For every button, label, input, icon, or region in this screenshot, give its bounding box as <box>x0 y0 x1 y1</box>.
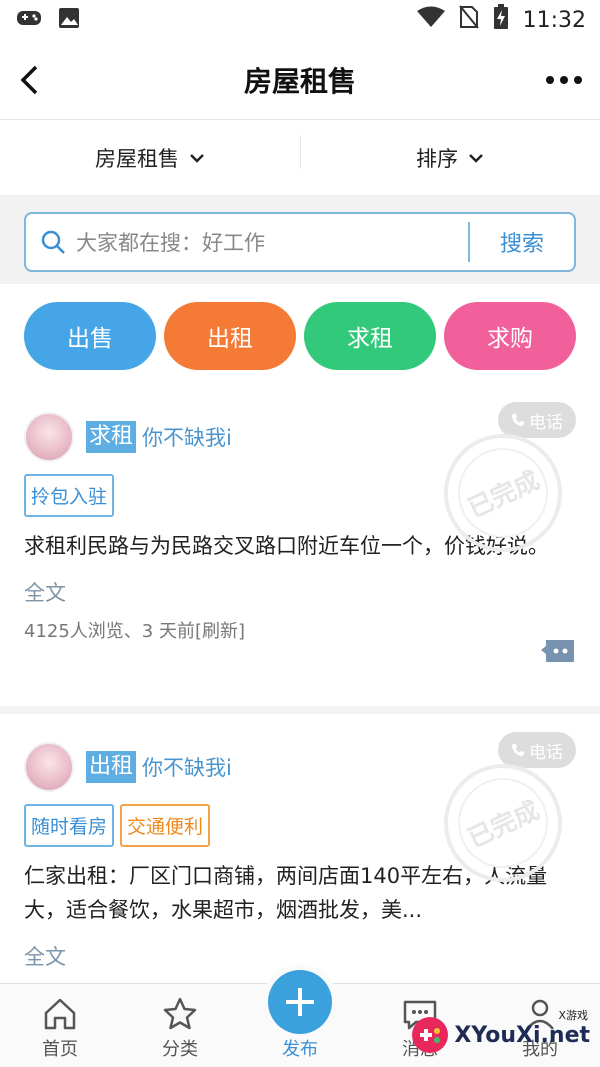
chevron-down-icon <box>190 153 204 163</box>
rent-out-button[interactable]: 出租 <box>164 302 296 370</box>
post-meta: 4125人浏览、3 天前[刷新] <box>24 621 246 642</box>
tab-publish-label: 发布 <box>282 1039 318 1060</box>
call-label: 电话 <box>529 742 563 763</box>
tag: 拎包入驻 <box>24 474 115 517</box>
home-icon <box>44 998 76 1030</box>
tab-category[interactable]: 分类 <box>120 984 240 1067</box>
category-filter-label: 房屋租售 <box>95 146 179 171</box>
more-button[interactable] <box>545 75 582 84</box>
watermark: XYouXi.net <box>410 1015 590 1055</box>
username[interactable]: 你不缺我i <box>142 752 232 782</box>
watermark-text: XYouXi.net <box>454 1022 590 1048</box>
back-button[interactable] <box>18 62 54 98</box>
gamepad-icon <box>16 8 42 32</box>
search-input[interactable]: 大家都在搜：好工作 <box>76 227 458 257</box>
status-bar: 11:32 <box>0 0 600 40</box>
tag: 随时看房 <box>24 804 115 847</box>
seek-buy-button[interactable]: 求购 <box>444 302 576 370</box>
page-title: 房屋租售 <box>243 64 356 98</box>
back-arrow-icon <box>20 65 38 94</box>
wifi-icon <box>416 6 445 34</box>
seek-rent-button[interactable]: 求租 <box>304 302 436 370</box>
full-text-link[interactable]: 全文 <box>24 941 576 971</box>
tab-home[interactable]: 首页 <box>0 984 120 1067</box>
star-icon <box>163 997 197 1030</box>
call-button[interactable]: 电话 <box>498 732 576 768</box>
sort-filter[interactable]: 排序 <box>300 134 600 173</box>
call-label: 电话 <box>529 412 563 433</box>
phone-icon <box>512 744 524 756</box>
title-bar: 房屋租售 <box>0 40 600 120</box>
category-badge: 求租 <box>86 421 137 453</box>
more-dot <box>573 75 582 84</box>
search-button[interactable]: 搜索 <box>500 226 544 258</box>
clock: 11:32 <box>522 7 586 33</box>
battery-charging-icon <box>493 4 509 36</box>
call-button[interactable]: 电话 <box>498 402 576 438</box>
publish-button[interactable] <box>268 970 332 1034</box>
category-filter[interactable]: 房屋租售 <box>0 143 300 173</box>
full-text-link[interactable]: 全文 <box>24 577 576 607</box>
tab-home-label: 首页 <box>42 1039 78 1060</box>
avatar[interactable] <box>24 742 74 792</box>
tab-category-label: 分类 <box>162 1039 198 1060</box>
list-item[interactable]: 出租 你不缺我i 电话 已完成 随时看房 交通便利 仁家出租：厂区门口商铺，两间… <box>0 714 600 981</box>
category-badge: 出租 <box>86 751 137 783</box>
more-dot <box>559 75 568 84</box>
phone-icon <box>512 414 524 426</box>
chevron-down-icon <box>469 153 483 163</box>
tag: 交通便利 <box>120 804 211 847</box>
list-item[interactable]: 求租 你不缺我i 电话 已完成 拎包入驻 求租利民路与为民路交叉路口附近车位一个… <box>0 384 600 714</box>
sell-button[interactable]: 出售 <box>24 302 156 370</box>
more-dot <box>545 75 554 84</box>
gamepad-logo-icon <box>412 1017 449 1053</box>
no-sim-icon <box>458 5 479 35</box>
plus-icon <box>286 988 314 1016</box>
search-divider <box>467 222 470 262</box>
filter-bar: 房屋租售 排序 <box>0 120 600 196</box>
search-icon <box>41 230 65 254</box>
username[interactable]: 你不缺我i <box>142 422 232 452</box>
search-box: 大家都在搜：好工作 搜索 <box>24 212 576 272</box>
sort-filter-label: 排序 <box>416 146 458 171</box>
quick-actions: 出售 出租 求租 求购 <box>0 284 600 384</box>
image-icon <box>58 7 80 33</box>
avatar[interactable] <box>24 412 74 462</box>
search-area: 大家都在搜：好工作 搜索 <box>0 196 600 284</box>
comment-icon[interactable] <box>540 638 576 670</box>
